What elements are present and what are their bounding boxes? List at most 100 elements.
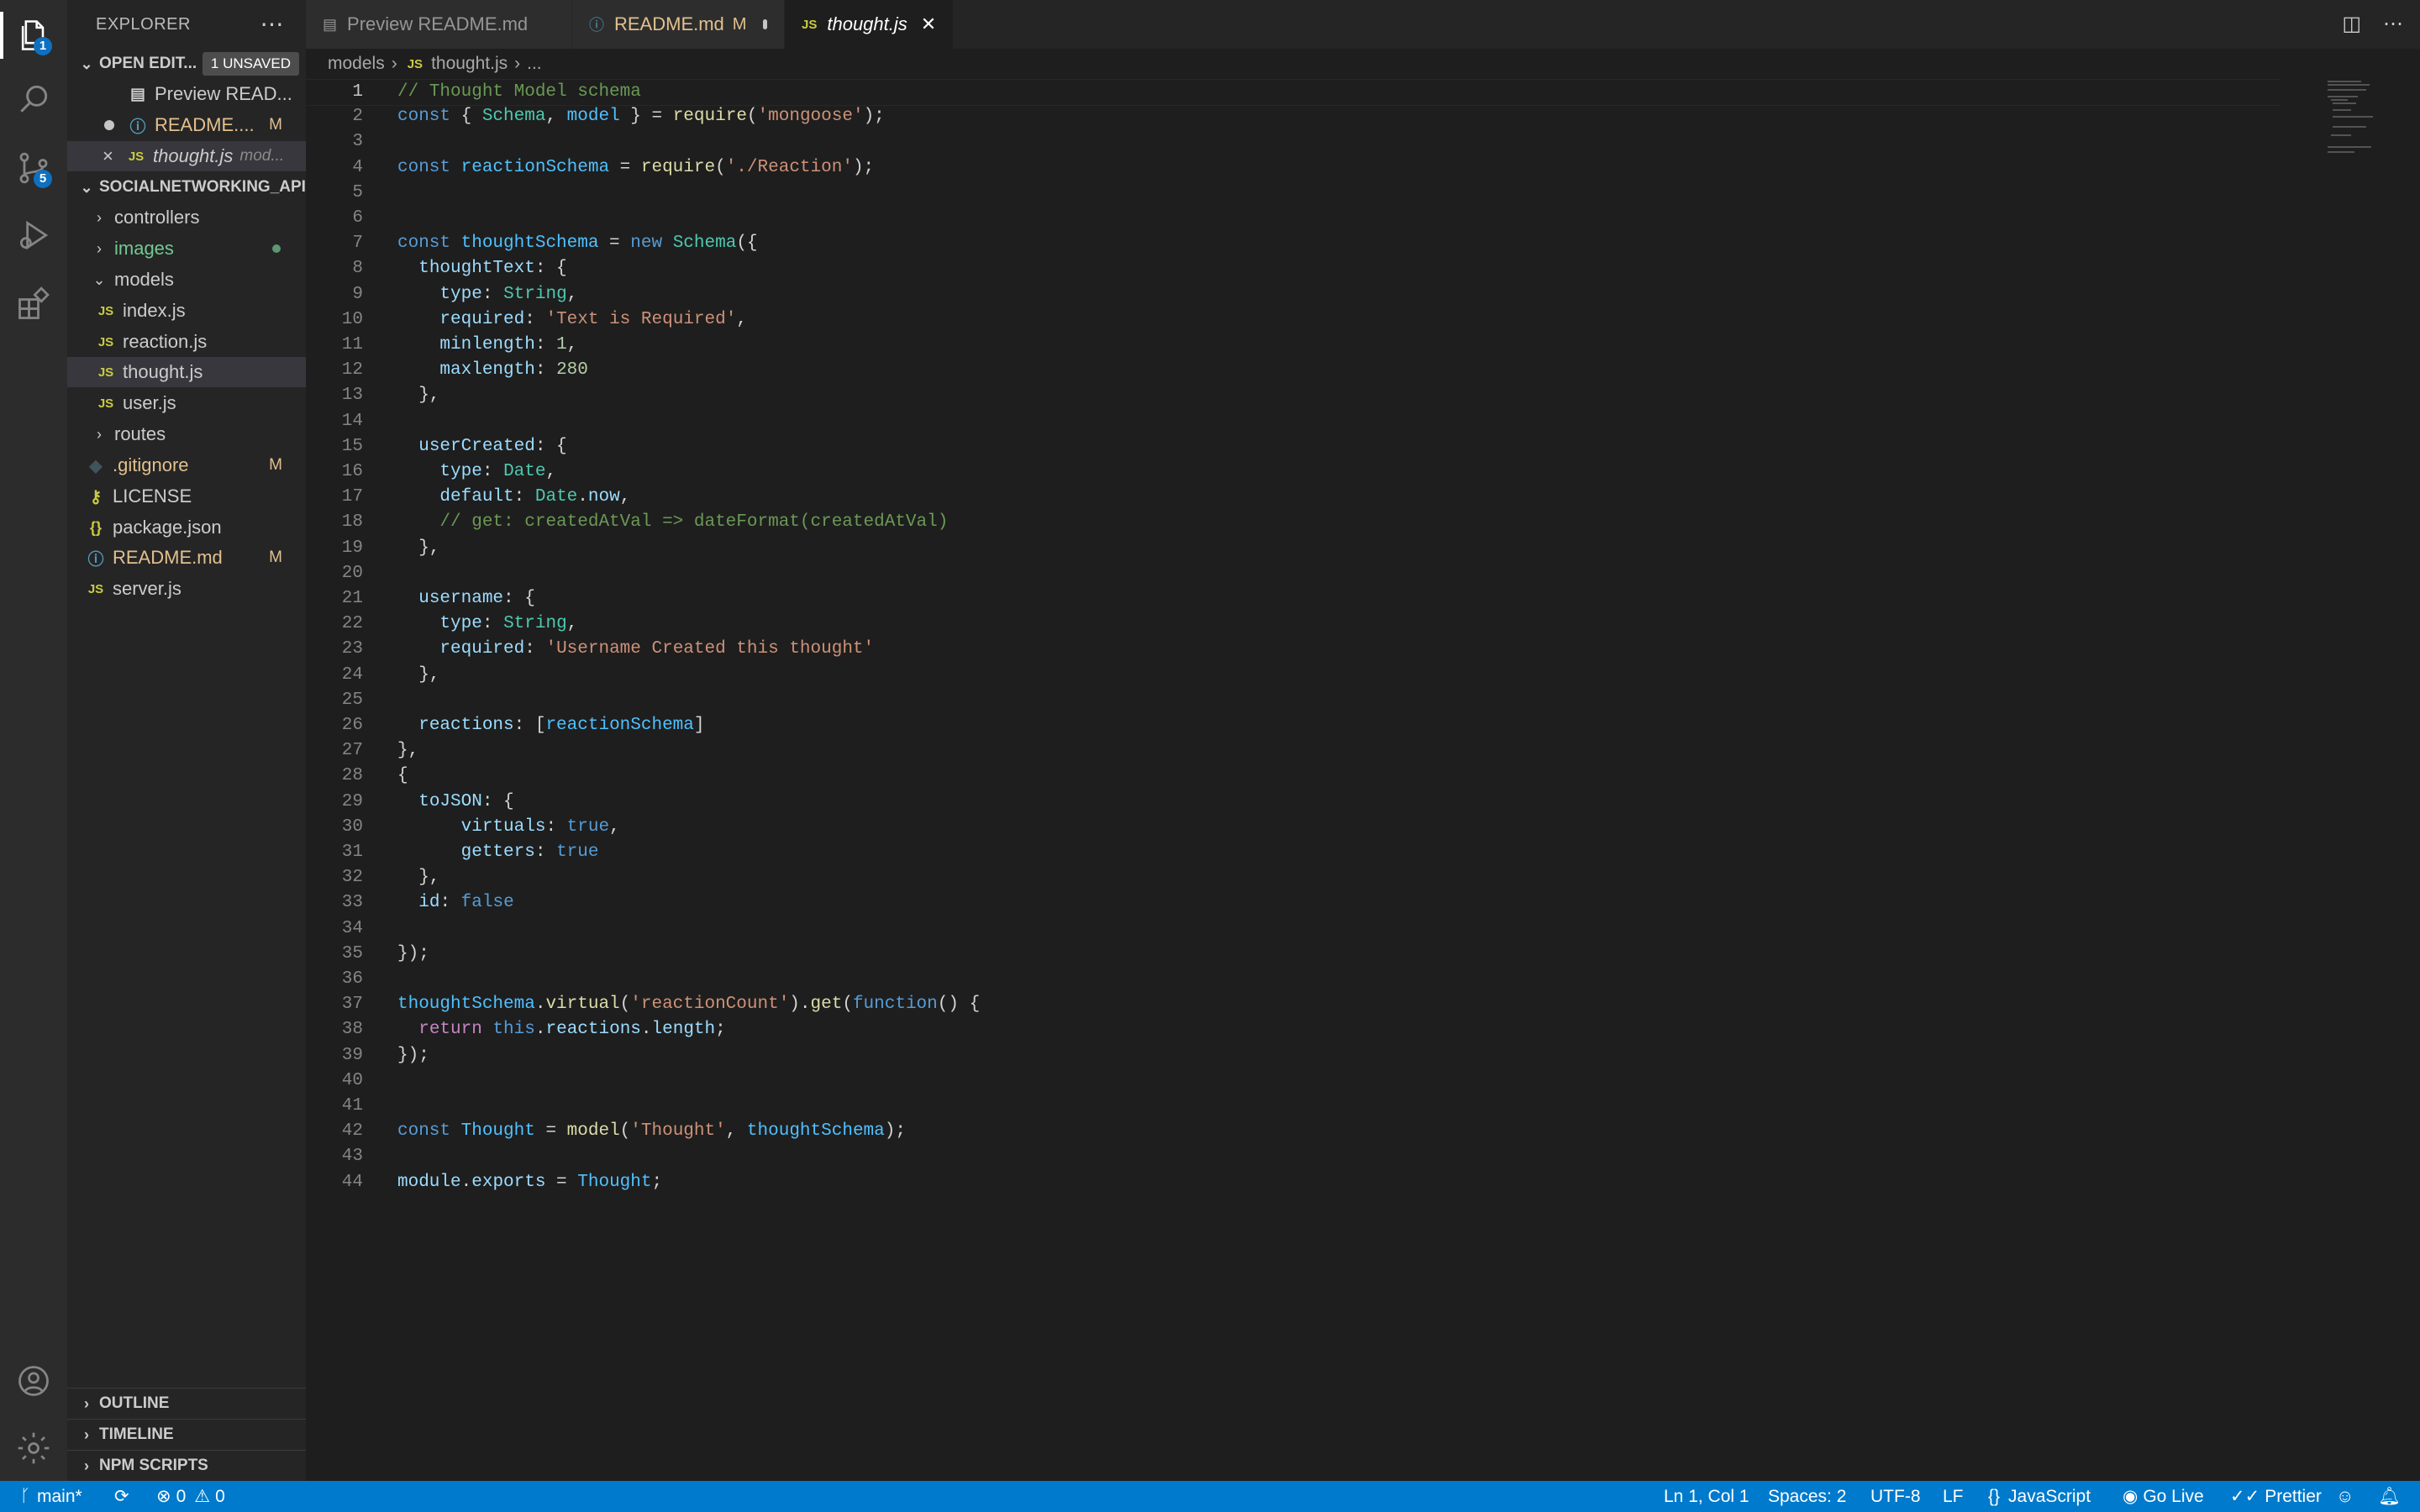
code-line[interactable]: 31 getters: true xyxy=(306,840,2281,865)
more-actions-icon[interactable]: ⋯ xyxy=(2383,12,2403,36)
code-line[interactable]: 19 }, xyxy=(306,536,2281,561)
feedback-icon[interactable]: ☺ xyxy=(2336,1481,2354,1512)
code-line[interactable]: 10 required: 'Text is Required', xyxy=(306,307,2281,333)
unsaved-dot-icon[interactable] xyxy=(104,120,114,130)
code-line[interactable]: 8 thoughtText: { xyxy=(306,256,2281,281)
timeline-section[interactable]: › TIMELINE xyxy=(67,1419,306,1450)
open-editor-item[interactable]: ▤ Preview READ... xyxy=(67,79,306,109)
run-debug-icon[interactable] xyxy=(10,212,57,259)
code-line[interactable]: 15 userCreated: { xyxy=(306,434,2281,459)
extensions-icon[interactable] xyxy=(10,281,57,328)
folder-item[interactable]: › images xyxy=(67,234,306,264)
prettier-status[interactable]: ✓✓ Prettier xyxy=(2230,1481,2322,1512)
code-line[interactable]: 29 toJSON: { xyxy=(306,790,2281,815)
code-line[interactable]: 6 xyxy=(306,206,2281,231)
breadcrumb-file[interactable]: thought.js xyxy=(431,54,508,74)
encoding[interactable]: UTF-8 xyxy=(1870,1481,1921,1512)
tab-preview-readme[interactable]: ▤ Preview README.md xyxy=(306,0,572,49)
code-line[interactable]: 5 xyxy=(306,181,2281,206)
problems-status[interactable]: ⊗ 0 ⚠ 0 xyxy=(156,1481,225,1512)
code-line[interactable]: 24 }, xyxy=(306,663,2281,688)
code-line[interactable]: 44 module.exports = Thought; xyxy=(306,1170,2281,1195)
file-item[interactable]: {} package.json xyxy=(67,512,306,543)
code-line[interactable]: 9 type: String, xyxy=(306,282,2281,307)
notifications-bell-icon[interactable]: 🔔︎ xyxy=(2378,1481,2401,1512)
code-line[interactable]: 17 default: Date.now, xyxy=(306,485,2281,510)
code-line[interactable]: 12 maxlength: 280 xyxy=(306,358,2281,383)
tab-thought-js[interactable]: JS thought.js ✕ xyxy=(785,0,954,49)
account-icon[interactable] xyxy=(10,1357,57,1404)
code-line[interactable]: 27}, xyxy=(306,738,2281,764)
file-item[interactable]: JS index.js xyxy=(67,296,306,326)
code-line[interactable]: 32 }, xyxy=(306,865,2281,890)
close-icon[interactable]: × xyxy=(103,145,116,167)
code-line[interactable]: 1 // Thought Model schema xyxy=(306,79,2281,106)
code-line[interactable]: 40 xyxy=(306,1068,2281,1094)
code-line[interactable]: 18 // get: createdAtVal => dateFormat(cr… xyxy=(306,510,2281,535)
code-line[interactable]: 41 xyxy=(306,1094,2281,1119)
breadcrumb-more[interactable]: ... xyxy=(527,54,542,74)
tab-readme[interactable]: ⓘ README.md M xyxy=(572,0,785,49)
code-line[interactable]: 28 { xyxy=(306,764,2281,789)
folder-item[interactable]: ⌄ models xyxy=(67,265,306,295)
code-line[interactable]: 43 xyxy=(306,1144,2281,1169)
code-line[interactable]: 23 required: 'Username Created this thou… xyxy=(306,637,2281,662)
open-editor-item[interactable]: × JS thought.js mod... xyxy=(67,141,306,171)
folder-item[interactable]: › routes xyxy=(67,419,306,449)
end-of-line[interactable]: LF xyxy=(1943,1481,1964,1512)
breadcrumb-folder[interactable]: models xyxy=(328,54,385,74)
code-text: const thoughtSchema = new Schema({ xyxy=(397,234,758,254)
open-editors-section[interactable]: ⌄ OPEN EDIT... 1 UNSAVED xyxy=(67,49,306,79)
file-item[interactable]: JS thought.js xyxy=(67,357,306,387)
code-line[interactable]: 42 const Thought = model('Thought', thoug… xyxy=(306,1119,2281,1144)
code-line[interactable]: 3 xyxy=(306,129,2281,155)
folder-item[interactable]: › controllers xyxy=(67,202,306,233)
code-line[interactable]: 7 const thoughtSchema = new Schema({ xyxy=(306,231,2281,256)
code-line[interactable]: 36 xyxy=(306,967,2281,992)
open-editor-item[interactable]: ⓘ README.... M xyxy=(67,110,306,140)
code-editor[interactable]: 1 // Thought Model schema 2 const { Schema,… xyxy=(306,79,2420,1481)
file-item[interactable]: ⚷ LICENSE xyxy=(67,481,306,512)
search-icon[interactable] xyxy=(10,76,57,123)
file-item[interactable]: ◆ .gitignore M xyxy=(67,450,306,480)
code-line[interactable]: 4 const reactionSchema = require('./React… xyxy=(306,155,2281,181)
file-item[interactable]: JS user.js xyxy=(67,388,306,418)
outline-section[interactable]: › OUTLINE xyxy=(67,1388,306,1419)
indentation[interactable]: Spaces: 2 xyxy=(1768,1481,1846,1512)
sync-icon[interactable]: ⟳ xyxy=(114,1481,129,1512)
file-item[interactable]: JS reaction.js xyxy=(67,327,306,357)
source-control-icon[interactable]: 5 xyxy=(10,144,57,192)
code-line[interactable]: 22 type: String, xyxy=(306,612,2281,637)
more-actions-icon[interactable]: ⋯ xyxy=(260,10,285,38)
unsaved-dot-icon[interactable] xyxy=(763,19,767,29)
minimap[interactable] xyxy=(2328,79,2386,155)
code-line[interactable]: 39}); xyxy=(306,1043,2281,1068)
file-item[interactable]: ⓘ README.md M xyxy=(67,543,306,573)
code-line[interactable]: 13 }, xyxy=(306,383,2281,408)
code-line[interactable]: 33 id: false xyxy=(306,890,2281,916)
code-line[interactable]: 2 const { Schema, model } = require('mong… xyxy=(306,104,2281,129)
code-line[interactable]: 25 xyxy=(306,688,2281,713)
project-section[interactable]: ⌄ SOCIALNETWORKING_API xyxy=(67,172,306,202)
code-line[interactable]: 30 virtuals: true, xyxy=(306,815,2281,840)
code-line[interactable]: 21 username: { xyxy=(306,586,2281,612)
code-line[interactable]: 14 xyxy=(306,409,2281,434)
cursor-position[interactable]: Ln 1, Col 1 xyxy=(1664,1481,1749,1512)
code-line[interactable]: 16 type: Date, xyxy=(306,459,2281,485)
code-line[interactable]: 26 reactions: [reactionSchema] xyxy=(306,713,2281,738)
code-line[interactable]: 35}); xyxy=(306,942,2281,967)
close-icon[interactable]: ✕ xyxy=(921,13,936,35)
split-editor-icon[interactable]: ◫ xyxy=(2342,12,2361,36)
settings-gear-icon[interactable] xyxy=(10,1425,57,1472)
code-line[interactable]: 20 xyxy=(306,561,2281,586)
code-line[interactable]: 38 return this.reactions.length; xyxy=(306,1017,2281,1042)
code-line[interactable]: 34 xyxy=(306,916,2281,942)
branch-status[interactable]: ᚴ main* xyxy=(20,1481,82,1512)
file-item[interactable]: JS server.js xyxy=(67,574,306,604)
language-mode[interactable]: {} JavaScript xyxy=(1988,1481,2091,1512)
go-live-button[interactable]: ◉ Go Live xyxy=(2123,1481,2204,1512)
explorer-icon[interactable]: 1 xyxy=(10,12,57,59)
code-line[interactable]: 11 minlength: 1, xyxy=(306,333,2281,358)
npm-scripts-section[interactable]: › NPM SCRIPTS xyxy=(67,1450,306,1481)
code-line[interactable]: 37 thoughtSchema.virtual('reactionCount')… xyxy=(306,992,2281,1017)
